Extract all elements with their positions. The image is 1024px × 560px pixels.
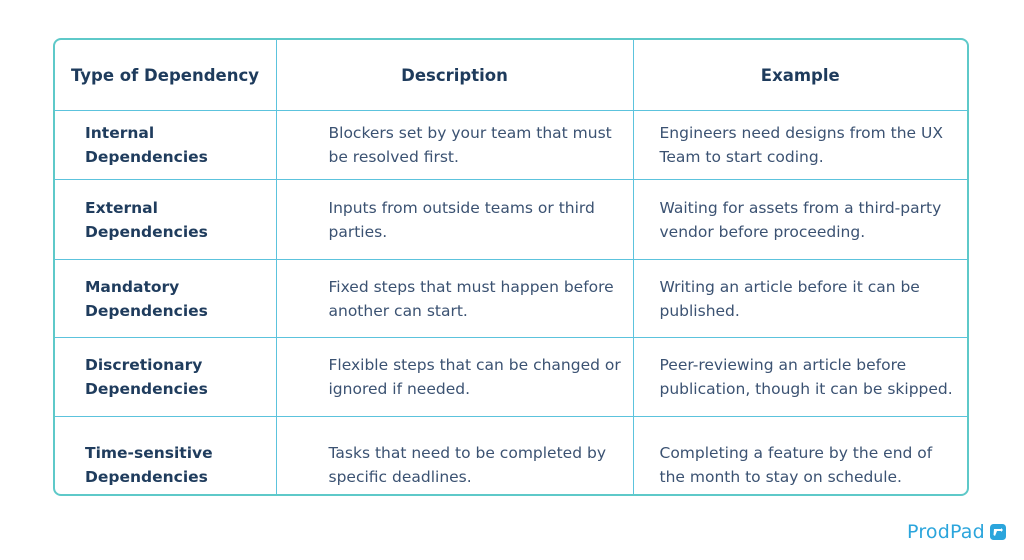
dependency-example: Completing a feature by the end of the m… xyxy=(632,416,967,494)
dependency-example: Peer-reviewing an article before publica… xyxy=(632,337,967,417)
type-line: Dependencies xyxy=(85,467,208,486)
type-line: Internal xyxy=(85,124,155,142)
table-row: Internal Dependencies Blockers set by you… xyxy=(55,110,967,180)
prodpad-logo-icon xyxy=(989,524,1006,540)
dependency-type: Discretionary Dependencies xyxy=(55,337,277,417)
type-line: Dependencies xyxy=(85,222,208,241)
dependency-example: Waiting for assets from a third-party ve… xyxy=(632,179,967,260)
dependency-type: Internal Dependencies xyxy=(55,110,277,180)
type-line: Mandatory xyxy=(85,277,180,296)
type-line: Dependencies xyxy=(85,380,208,398)
type-line: External xyxy=(85,198,158,217)
table-row: External Dependencies Inputs from outside… xyxy=(55,179,967,260)
prodpad-logo: ProdPad xyxy=(907,521,1007,543)
dependency-description: Tasks that need to be completed by speci… xyxy=(275,416,634,494)
dependency-description: Inputs from outside teams or third parti… xyxy=(275,179,634,260)
type-line: Discretionary xyxy=(85,356,203,374)
type-line: Time-sensitive xyxy=(85,443,213,462)
dependency-table: Type of Dependency Description Example I… xyxy=(53,38,969,496)
header-description: Description xyxy=(275,40,634,111)
dependency-example: Writing an article before it can be publ… xyxy=(632,259,967,338)
type-line: Dependencies xyxy=(85,301,208,320)
table-row: Discretionary Dependencies Flexible steps… xyxy=(55,337,967,417)
dependency-type: Mandatory Dependencies xyxy=(55,259,277,338)
type-line: Dependencies xyxy=(85,148,208,166)
brand-name: ProdPad xyxy=(907,521,985,543)
table-row: Mandatory Dependencies Fixed steps that m… xyxy=(55,259,967,338)
table-row: Time-sensitive Dependencies Tasks that ne… xyxy=(55,416,967,494)
dependency-type: External Dependencies xyxy=(55,179,277,260)
dependency-type: Time-sensitive Dependencies xyxy=(55,416,277,494)
header-type: Type of Dependency xyxy=(55,40,277,111)
dependency-description: Flexible steps that can be changed or ig… xyxy=(275,337,634,417)
table-header-row: Type of Dependency Description Example xyxy=(55,40,967,111)
dependency-description: Fixed steps that must happen before anot… xyxy=(275,259,634,338)
dependency-example: Engineers need designs from the UX Team … xyxy=(632,110,967,180)
header-example: Example xyxy=(632,40,967,111)
dependency-description: Blockers set by your team that must be r… xyxy=(275,110,634,180)
